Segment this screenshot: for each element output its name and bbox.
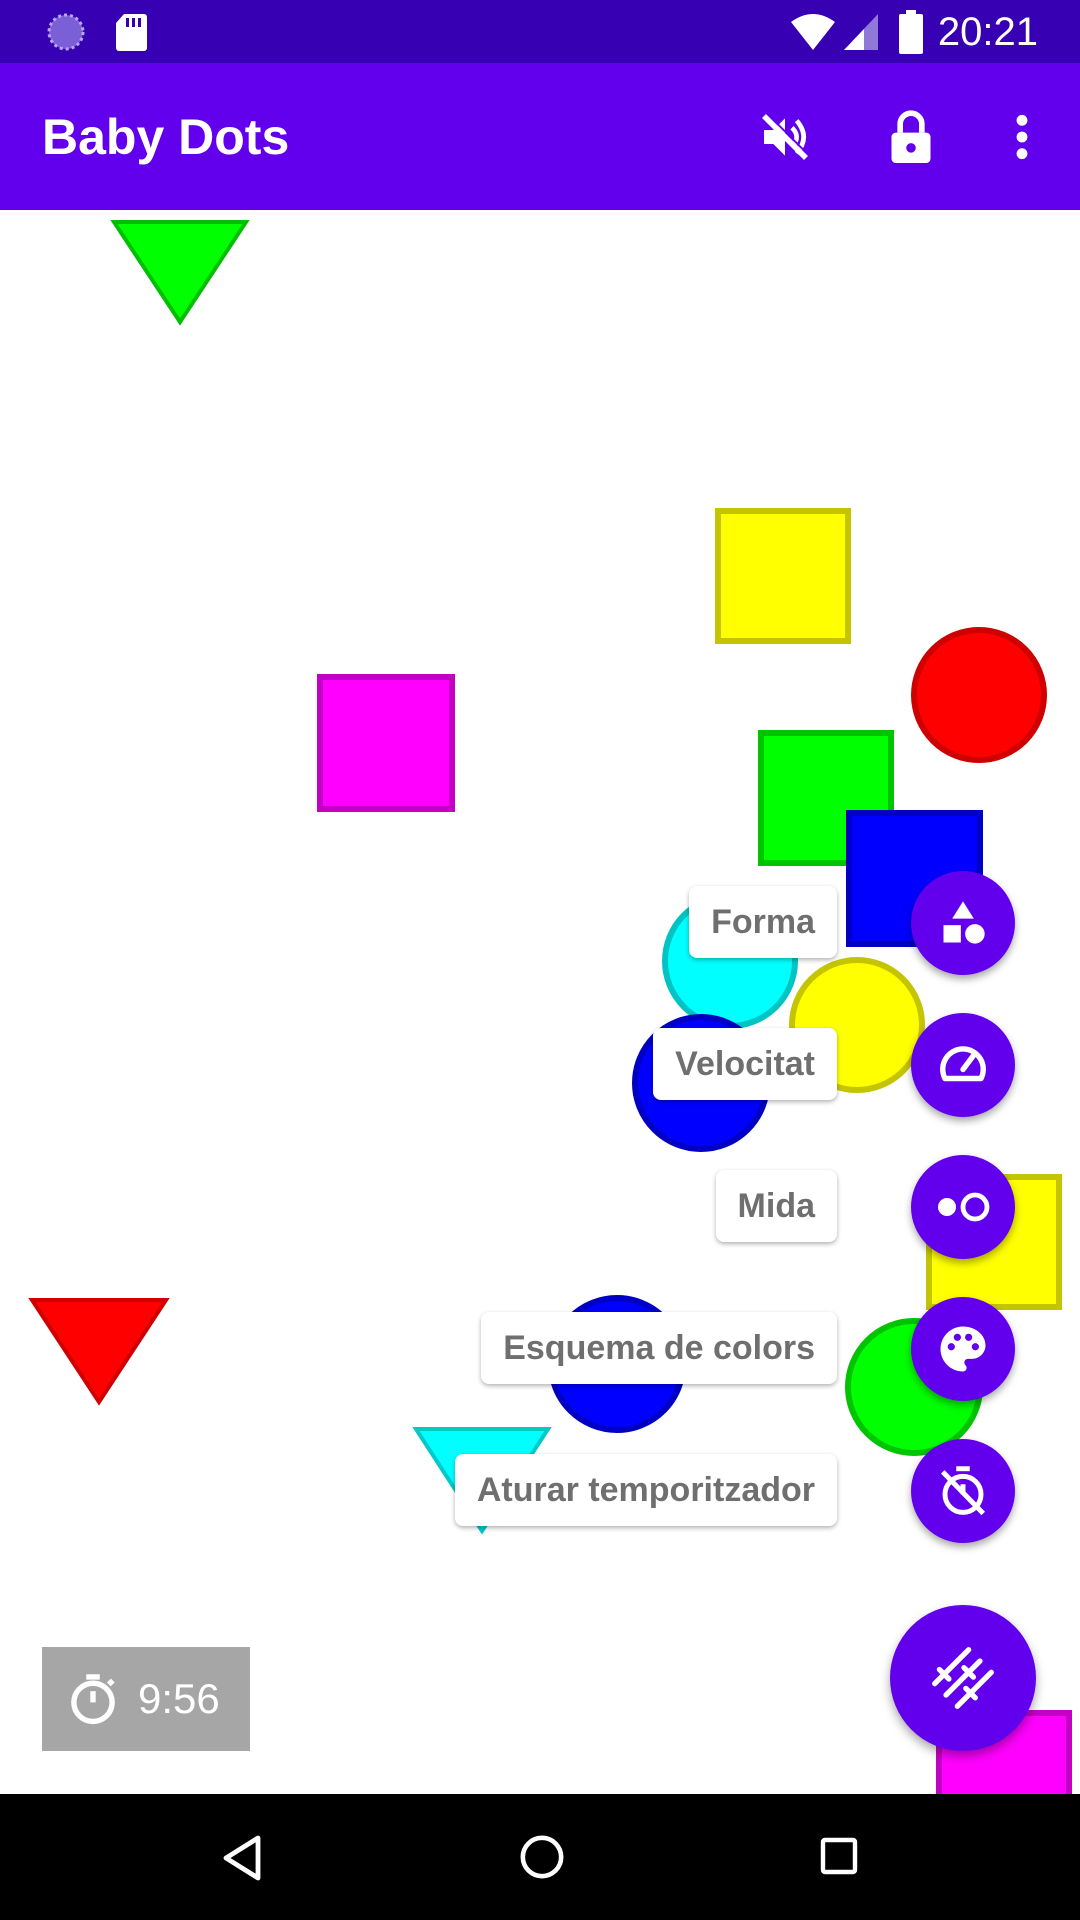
sd-card-icon: [114, 12, 148, 52]
status-bar: 20:21: [0, 0, 1080, 63]
palette-icon: [936, 1322, 990, 1376]
timer-display: 9:56: [42, 1647, 250, 1751]
status-time: 20:21: [937, 10, 1038, 54]
tune-icon: [931, 1646, 995, 1710]
recents-icon[interactable]: [819, 1836, 859, 1881]
stop-timer-button[interactable]: [911, 1439, 1015, 1543]
magenta-square-shape: [317, 674, 455, 812]
timer-off-icon: [936, 1464, 990, 1518]
lock-icon[interactable]: [871, 97, 951, 177]
size-dots-icon: [933, 1187, 993, 1227]
play-canvas[interactable]: 9:56: [0, 210, 1080, 1794]
fab-label-mida[interactable]: Mida: [715, 1170, 837, 1242]
fab-label-forma[interactable]: Forma: [689, 886, 837, 958]
size-button[interactable]: [911, 1155, 1015, 1259]
stopwatch-icon: [66, 1672, 120, 1726]
fab-label-velocitat[interactable]: Velocitat: [653, 1028, 837, 1100]
fab-label-esquema-de-colors[interactable]: Esquema de colors: [481, 1312, 837, 1384]
timer-value: 9:56: [138, 1675, 220, 1722]
speed-button[interactable]: [911, 1013, 1015, 1117]
battery-icon: [898, 10, 924, 54]
yellow-square-shape: [715, 508, 851, 644]
wifi-icon: [790, 12, 836, 52]
shape-button[interactable]: [911, 871, 1015, 975]
color-scheme-button[interactable]: [911, 1297, 1015, 1401]
shapes-icon: [937, 897, 989, 949]
back-icon[interactable]: [220, 1834, 264, 1887]
volume-off-icon[interactable]: [745, 97, 825, 177]
app-title: Baby Dots: [42, 109, 290, 165]
speedometer-icon: [936, 1038, 990, 1092]
red-triangle-shape: [28, 1298, 170, 1406]
green-triangle-shape: [110, 220, 250, 326]
app-bar: Baby Dots: [0, 63, 1080, 210]
fab-label-aturar-temporitzador[interactable]: Aturar temporitzador: [454, 1454, 837, 1526]
loading-circle-icon: [46, 12, 86, 52]
settings-fab[interactable]: [890, 1605, 1036, 1751]
navigation-bar: [0, 1794, 1080, 1920]
more-vert-icon[interactable]: [982, 97, 1062, 177]
home-icon[interactable]: [519, 1834, 565, 1885]
red-circle-shape: [911, 627, 1047, 763]
signal-icon: [842, 12, 880, 52]
